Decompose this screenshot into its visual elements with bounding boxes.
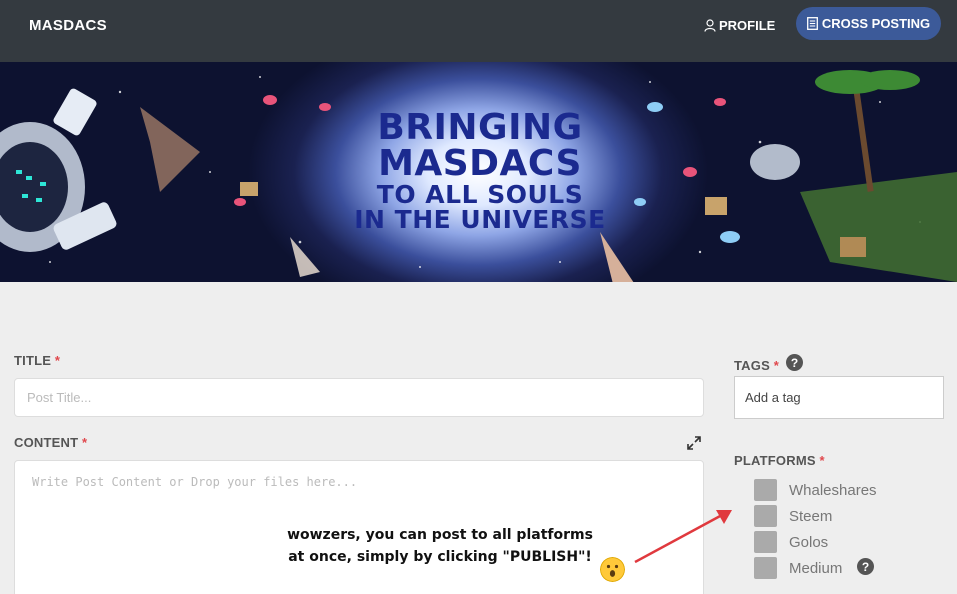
annotation-line-1: wowzers, you can post to all platforms xyxy=(287,527,593,543)
fullscreen-expand-icon[interactable] xyxy=(687,436,701,450)
platform-label: Medium xyxy=(789,559,843,577)
banner-line-4: IN THE UNIVERSE xyxy=(354,205,606,234)
platform-checkbox-whaleshares[interactable]: Whaleshares xyxy=(754,479,877,501)
user-icon xyxy=(704,19,716,32)
platform-checkbox-golos[interactable]: Golos xyxy=(754,531,828,553)
profile-link[interactable]: PROFILE xyxy=(704,18,775,33)
platform-checkbox-steem[interactable]: Steem xyxy=(754,505,832,527)
required-marker: * xyxy=(819,453,825,468)
banner-line-3: TO ALL SOULS xyxy=(376,180,584,209)
surprised-face-icon xyxy=(600,557,625,582)
navbar: MASDACS PROFILE CROSS POSTING xyxy=(0,0,957,62)
title-input[interactable] xyxy=(14,378,704,417)
brand-logo[interactable]: MASDACS xyxy=(29,17,107,34)
required-marker: * xyxy=(82,435,88,450)
annotation-callout: wowzers, you can post to all platforms a… xyxy=(272,524,608,568)
tags-label-text: TAGS xyxy=(734,358,770,373)
platform-label: Whaleshares xyxy=(789,481,877,499)
platforms-label: PLATFORMS * xyxy=(734,453,825,468)
checkbox[interactable] xyxy=(754,505,777,527)
required-marker: * xyxy=(54,353,61,368)
platform-label: Steem xyxy=(789,507,833,525)
platform-label: Golos xyxy=(789,533,829,551)
required-marker: * xyxy=(773,358,780,373)
hero-banner: BRINGING MASDACS TO ALL SOULS IN THE UNI… xyxy=(0,62,957,282)
annotation-line-2: at once, simply by clicking "PUBLISH"! xyxy=(288,549,592,565)
banner-line-1: BRINGING xyxy=(377,107,583,148)
banner-headline: BRINGING MASDACS TO ALL SOULS IN THE UNI… xyxy=(346,107,614,234)
profile-label: PROFILE xyxy=(719,18,776,33)
document-icon xyxy=(806,17,818,30)
platform-checkbox-medium[interactable]: Medium xyxy=(754,557,842,579)
content-label: CONTENT * xyxy=(14,435,87,450)
tags-help-icon[interactable]: ? xyxy=(786,354,803,371)
platforms-help-icon[interactable]: ? xyxy=(857,558,874,575)
checkbox[interactable] xyxy=(754,557,777,579)
content-label-text: CONTENT xyxy=(14,435,79,450)
checkbox[interactable] xyxy=(754,531,777,553)
checkbox[interactable] xyxy=(754,479,777,501)
title-label-text: TITLE xyxy=(14,353,52,368)
cross-posting-button[interactable]: CROSS POSTING xyxy=(796,7,941,40)
cross-posting-label: CROSS POSTING xyxy=(821,16,931,31)
tags-label: TAGS * xyxy=(734,358,779,373)
banner-line-2: MASDACS xyxy=(378,143,582,184)
platforms-label-text: PLATFORMS xyxy=(734,453,816,468)
title-label: TITLE * xyxy=(14,353,60,368)
tag-input[interactable] xyxy=(734,376,944,419)
